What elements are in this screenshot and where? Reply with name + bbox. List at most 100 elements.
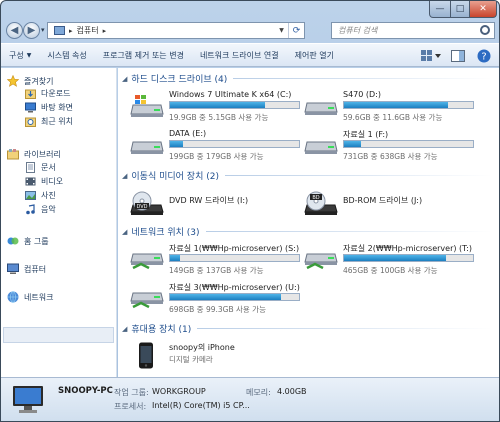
drive-i-dvd[interactable]: DVD DVD RW 드라이브 (I:) xyxy=(130,189,305,221)
content-pane: ◢ 하드 디스크 드라이브 (4) Windows 7 Ultimate K x… xyxy=(118,68,499,377)
collapse-triangle-icon[interactable]: ◢ xyxy=(122,228,127,236)
collapse-triangle-icon[interactable]: ◢ xyxy=(122,75,127,83)
network-icon xyxy=(7,291,19,303)
sidebar-item-label: 문서 xyxy=(41,163,56,172)
sidebar-favorites[interactable]: 즐겨찾기 xyxy=(7,75,53,87)
drive-free-space: 19.9GB 중 5.15GB 사용 가능 xyxy=(169,113,269,122)
workgroup-label: 작업 그룹: xyxy=(114,388,149,397)
refresh-icon[interactable]: ⟳ xyxy=(288,23,304,38)
collapse-triangle-icon[interactable]: ◢ xyxy=(122,172,127,180)
chevron-down-icon: ▼ xyxy=(26,51,32,59)
maximize-button[interactable]: □ xyxy=(450,1,470,18)
address-dropdown-icon[interactable]: ▼ xyxy=(275,23,288,38)
minimize-button[interactable]: — xyxy=(429,1,451,18)
workgroup-value: WORKGROUP xyxy=(152,387,206,396)
drive-name: 자료실 1(₩₩Hp-microserver) (S:) xyxy=(169,244,300,253)
section-hard-disk-drives[interactable]: ◢ 하드 디스크 드라이브 (4) xyxy=(122,72,492,85)
drive-d[interactable]: S470 (D:) 59.6GB 중 11.6GB 사용 가능 xyxy=(304,90,479,124)
network-drive-t[interactable]: 자료실 2(₩₩Hp-microserver) (T:) 465GB 중 100… xyxy=(304,243,479,277)
sidebar-item-music[interactable]: 음악 xyxy=(25,204,56,215)
pc-name: SNOOPY-PC xyxy=(58,386,113,396)
memory-label: 메모리: xyxy=(246,388,271,397)
sidebar-item-pictures[interactable]: 사진 xyxy=(25,190,56,201)
svg-text:?: ? xyxy=(481,52,486,63)
change-view-button[interactable] xyxy=(419,47,443,65)
drive-usage-fill xyxy=(170,255,181,261)
address-bar[interactable]: ▸ 컴퓨터 ▸ ▼ ⟳ xyxy=(47,22,305,39)
drive-name: DATA (E:) xyxy=(169,129,207,138)
forward-button[interactable]: ▶ xyxy=(23,22,40,39)
organize-button[interactable]: 구성 ▼ xyxy=(1,43,39,67)
drive-name: DVD RW 드라이브 (I:) xyxy=(169,196,249,205)
section-portable-devices[interactable]: ◢ 휴대용 장치 (1) xyxy=(122,322,492,335)
sidebar-item-downloads[interactable]: 다운로드 xyxy=(25,88,70,99)
drive-usage-fill xyxy=(344,141,361,147)
svg-text:DVD: DVD xyxy=(136,204,147,210)
drive-free-space: 698GB 중 99.3GB 사용 가능 xyxy=(169,305,266,314)
drive-c[interactable]: Windows 7 Ultimate K x64 (C:) 19.9GB 중 5… xyxy=(130,90,305,124)
drive-name: BD-ROM 드라이브 (J:) xyxy=(343,196,423,205)
desktop-icon xyxy=(25,102,36,113)
breadcrumb-chevron-icon[interactable]: ▸ xyxy=(103,27,107,35)
computer-icon xyxy=(7,263,19,274)
system-properties-button[interactable]: 시스템 속성 xyxy=(39,43,94,67)
section-title: 네트워크 위치 (3) xyxy=(131,228,200,238)
close-button[interactable]: ✕ xyxy=(469,1,497,18)
windows-drive-icon xyxy=(130,95,164,117)
search-box[interactable]: 컴퓨터 검색 xyxy=(331,22,495,39)
sidebar-item-label: 비디오 xyxy=(41,177,64,186)
uninstall-program-button[interactable]: 프로그램 제거 또는 변경 xyxy=(95,43,192,67)
help-icon: ? xyxy=(477,49,491,63)
network-drive-s[interactable]: 자료실 1(₩₩Hp-microserver) (S:) 149GB 중 137… xyxy=(130,243,305,277)
search-input[interactable]: 컴퓨터 검색 xyxy=(338,25,377,36)
star-icon xyxy=(7,75,19,87)
iphone-icon xyxy=(139,342,153,369)
recent-pages-button[interactable]: ▾ xyxy=(41,26,45,34)
section-title: 휴대용 장치 (1) xyxy=(131,325,192,335)
collapse-triangle-icon[interactable]: ◢ xyxy=(122,325,127,333)
help-button[interactable]: ? xyxy=(475,47,493,65)
sidebar-item-desktop[interactable]: 바탕 화면 xyxy=(25,102,73,113)
map-network-drive-button[interactable]: 네트워크 드라이브 연결 xyxy=(192,43,287,67)
sidebar-item-videos[interactable]: 비디오 xyxy=(25,176,63,187)
section-divider xyxy=(197,328,492,329)
command-bar: 구성 ▼ 시스템 속성 프로그램 제거 또는 변경 네트워크 드라이브 연결 제어… xyxy=(1,43,499,67)
open-control-panel-button[interactable]: 제어판 열기 xyxy=(287,43,342,67)
sidebar-computer[interactable]: 컴퓨터 xyxy=(7,263,46,275)
sidebar-homegroup[interactable]: 홈 그룹 xyxy=(7,235,49,247)
drive-name: 자료실 1 (F:) xyxy=(343,130,389,139)
section-network-locations[interactable]: ◢ 네트워크 위치 (3) xyxy=(122,225,492,238)
preview-pane-button[interactable] xyxy=(449,47,467,65)
back-button[interactable]: ◀ xyxy=(6,22,23,39)
drive-j-bd[interactable]: BD BD-ROM 드라이브 (J:) xyxy=(304,189,479,221)
sidebar-item-documents[interactable]: 문서 xyxy=(25,162,56,173)
drive-free-space: 731GB 중 638GB 사용 가능 xyxy=(343,152,438,161)
drive-e[interactable]: DATA (E:) 199GB 중 179GB 사용 가능 xyxy=(130,129,305,163)
computer-icon xyxy=(13,386,43,413)
sidebar-libraries[interactable]: 라이브러리 xyxy=(7,148,61,160)
section-divider xyxy=(205,231,492,232)
drive-free-space: 199GB 중 179GB 사용 가능 xyxy=(169,152,264,161)
sidebar-network-label: 네트워크 xyxy=(24,292,54,302)
network-drive-icon xyxy=(130,292,164,309)
drive-free-space: 465GB 중 100GB 사용 가능 xyxy=(343,266,438,275)
breadcrumb-chevron-icon[interactable]: ▸ xyxy=(69,27,73,35)
drive-usage-bar xyxy=(343,101,474,109)
drive-usage-fill xyxy=(344,102,449,108)
sidebar-computer-label: 컴퓨터 xyxy=(24,264,47,274)
sidebar-item-label: 바탕 화면 xyxy=(41,103,73,112)
network-drive-u[interactable]: 자료실 3(₩₩Hp-microserver) (U:) 698GB 중 99.… xyxy=(130,282,305,316)
sidebar-network[interactable]: 네트워크 xyxy=(7,291,53,303)
breadcrumb-computer[interactable]: 컴퓨터 xyxy=(77,25,99,36)
search-icon[interactable] xyxy=(480,25,490,35)
sidebar-item-label: 다운로드 xyxy=(41,89,71,98)
downloads-folder-icon xyxy=(25,89,36,99)
section-removable-media[interactable]: ◢ 이동식 미디어 장치 (2) xyxy=(122,169,492,182)
libraries-icon xyxy=(7,149,19,160)
drive-f[interactable]: 자료실 1 (F:) 731GB 중 638GB 사용 가능 xyxy=(304,129,479,163)
drive-name: 자료실 3(₩₩Hp-microserver) (U:) xyxy=(169,283,300,292)
device-iphone[interactable]: snoopy의 iPhone 디지털 카메라 xyxy=(130,340,305,372)
sidebar-homegroup-label: 홈 그룹 xyxy=(24,236,49,246)
videos-icon xyxy=(25,177,36,186)
sidebar-item-recent-places[interactable]: 최근 위치 xyxy=(25,116,73,127)
